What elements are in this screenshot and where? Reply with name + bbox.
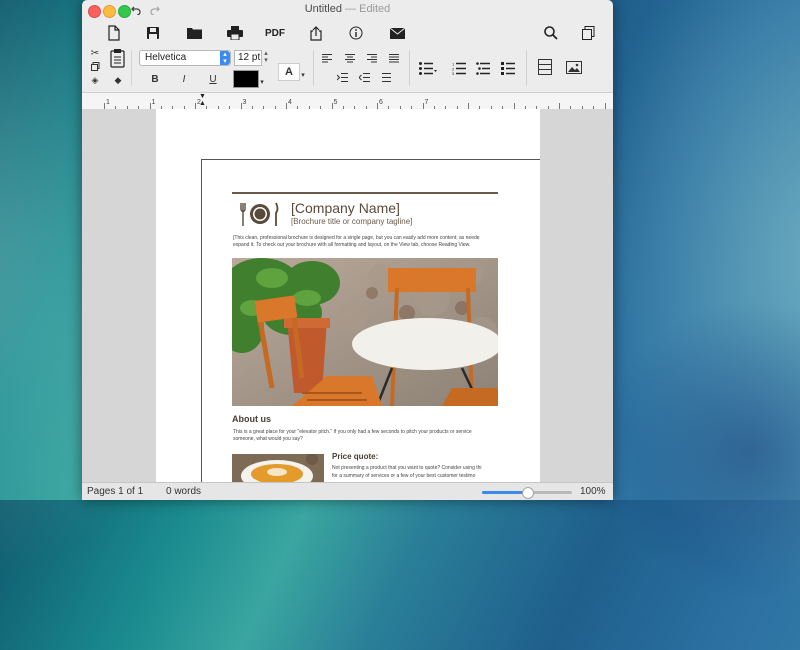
- ruler[interactable]: 11234567 ▼ ▲: [82, 92, 613, 110]
- company-name[interactable]: [Company Name]: [291, 200, 400, 216]
- text-color-dropdown-icon[interactable]: ▾: [258, 78, 266, 86]
- numbered-list-icon[interactable]: 123: [451, 60, 467, 76]
- title-bar: Untitled — Edited: [82, 0, 613, 20]
- ruler-number: 3: [242, 99, 247, 106]
- tab-stop-marker[interactable]: ▼: [199, 93, 206, 100]
- italic-button[interactable]: I: [177, 72, 191, 86]
- ruler-number: 7: [424, 99, 429, 106]
- underline-button[interactable]: U: [206, 72, 220, 86]
- document-page[interactable]: [Company Name] [Brochure title or compan…: [156, 109, 540, 482]
- send-backward-icon[interactable]: ◈: [89, 74, 101, 86]
- ruler-number: 5: [333, 99, 338, 106]
- search-icon[interactable]: [543, 22, 559, 44]
- indent-increase-icon[interactable]: [335, 71, 349, 83]
- ruler-number: 4: [288, 99, 292, 106]
- about-line-1[interactable]: This is a great place for your "elevator…: [233, 429, 501, 435]
- intro-line-1[interactable]: [This clean, professional brochure is de…: [233, 235, 503, 241]
- divider: [409, 50, 410, 86]
- ruler-number: 1: [106, 99, 110, 106]
- page-count: Pages 1 of 1: [87, 486, 144, 497]
- share-icon[interactable]: [308, 22, 324, 44]
- header-rule: [232, 192, 498, 194]
- cut-icon[interactable]: ✂: [89, 47, 101, 59]
- checklist-icon[interactable]: [500, 60, 516, 76]
- window-title: Untitled — Edited: [82, 3, 613, 15]
- about-heading[interactable]: About us: [232, 414, 271, 424]
- app-window: Untitled — Edited PDF ✂ ◈ ◆ Helvetica ▴ …: [82, 0, 613, 500]
- print-icon[interactable]: [226, 22, 244, 44]
- font-family-value: Helvetica: [145, 52, 187, 63]
- restaurant-logo-icon: [240, 201, 280, 227]
- highlight-color-button[interactable]: A: [278, 63, 300, 81]
- price-line-2[interactable]: for a summary of services or a few of yo…: [332, 473, 500, 479]
- zoom-level: 100%: [580, 486, 606, 497]
- new-document-icon[interactable]: [106, 22, 122, 44]
- document-name: Untitled: [304, 3, 342, 15]
- intro-line-2[interactable]: expand it. To check out your brochure wi…: [233, 242, 503, 248]
- cafe-patio-photo[interactable]: [232, 258, 498, 406]
- bullet-list-icon[interactable]: [418, 60, 438, 76]
- line-spacing-icon[interactable]: [379, 71, 393, 83]
- font-size-stepper[interactable]: ▴ ▾: [262, 50, 270, 64]
- divider: [313, 50, 314, 86]
- copy-icon[interactable]: [89, 61, 101, 71]
- ruler-number: 6: [379, 99, 383, 106]
- align-left-icon[interactable]: [320, 52, 334, 64]
- about-line-2[interactable]: someone, what would you say?: [233, 436, 501, 442]
- align-center-icon[interactable]: [343, 52, 357, 64]
- bold-button[interactable]: B: [148, 72, 162, 86]
- chevron-updown-icon: ▴ ▾: [220, 51, 230, 65]
- price-heading[interactable]: Price quote:: [332, 452, 378, 461]
- bring-forward-icon[interactable]: ◆: [112, 74, 124, 86]
- indent-decrease-icon[interactable]: [357, 71, 371, 83]
- info-icon[interactable]: [348, 22, 364, 44]
- soup-photo[interactable]: [232, 454, 324, 482]
- table-icon[interactable]: [537, 58, 553, 76]
- zoom-slider-fill: [482, 491, 527, 494]
- company-tagline[interactable]: [Brochure title or company tagline]: [291, 217, 412, 226]
- mail-icon[interactable]: [389, 22, 405, 44]
- text-color-well[interactable]: [233, 70, 259, 88]
- outline-list-icon[interactable]: [475, 60, 491, 76]
- font-size-field[interactable]: 12 pt: [234, 50, 262, 66]
- divider: [526, 50, 527, 86]
- zoom-slider[interactable]: [482, 487, 572, 499]
- highlight-dropdown-icon[interactable]: ▾: [299, 71, 307, 79]
- align-right-icon[interactable]: [365, 52, 379, 64]
- paste-icon[interactable]: [108, 46, 126, 70]
- svg-text:3: 3: [452, 71, 455, 75]
- ruler-number: 1: [151, 99, 156, 106]
- zoom-slider-knob[interactable]: [522, 487, 534, 499]
- status-bar: Pages 1 of 1 0 words 100%: [82, 482, 613, 500]
- document-area[interactable]: [Company Name] [Brochure title or compan…: [82, 109, 613, 482]
- indent-marker[interactable]: ▲: [199, 100, 206, 107]
- divider: [131, 50, 132, 86]
- font-family-select[interactable]: Helvetica ▴ ▾: [139, 50, 231, 66]
- price-line-1[interactable]: Not presenting a product that you want t…: [332, 465, 500, 471]
- word-count: 0 words: [166, 486, 202, 497]
- insert-image-icon[interactable]: [565, 58, 583, 76]
- font-size-value: 12 pt: [238, 52, 261, 63]
- edited-status: — Edited: [345, 3, 391, 15]
- open-folder-icon[interactable]: [185, 22, 203, 44]
- justify-icon[interactable]: [387, 52, 401, 64]
- duplicate-icon[interactable]: [580, 22, 596, 44]
- pdf-export-button[interactable]: PDF: [264, 22, 286, 44]
- save-icon[interactable]: [145, 22, 161, 44]
